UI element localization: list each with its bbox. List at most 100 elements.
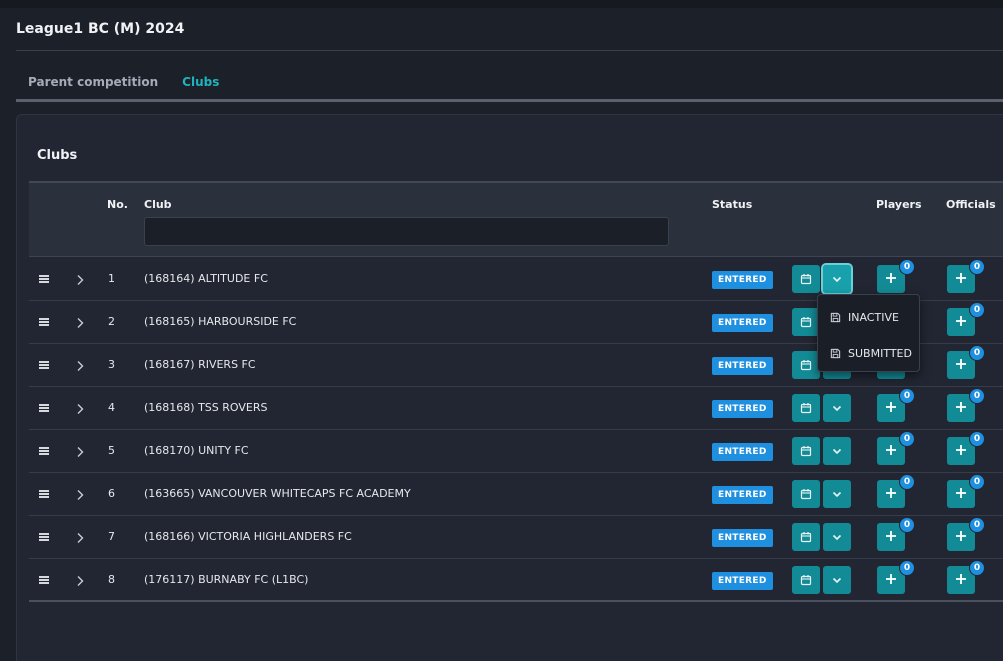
- row-number: 1: [108, 272, 115, 285]
- calendar-icon: [800, 270, 812, 289]
- officials-count-badge: 0: [969, 560, 985, 576]
- club-name: (163665) VANCOUVER WHITECAPS FC ACADEMY: [144, 487, 411, 500]
- header-officials[interactable]: Officials: [946, 198, 996, 211]
- add-player-button[interactable]: 0: [877, 560, 915, 594]
- plus-icon: [954, 485, 968, 504]
- officials-count-badge: 0: [969, 431, 985, 447]
- tab-parent-competition[interactable]: Parent competition: [16, 64, 170, 102]
- add-player-button[interactable]: 0: [877, 517, 915, 551]
- officials-count-badge: 0: [969, 517, 985, 533]
- drag-handle-icon[interactable]: [39, 533, 49, 541]
- plus-icon: [884, 270, 898, 289]
- add-official-button[interactable]: 0: [947, 259, 985, 293]
- header-status[interactable]: Status: [712, 198, 752, 211]
- add-player-button[interactable]: 0: [877, 474, 915, 508]
- add-player-button[interactable]: 0: [877, 259, 915, 293]
- add-official-button[interactable]: 0: [947, 431, 985, 465]
- plus-icon: [884, 571, 898, 590]
- row-number: 3: [108, 358, 115, 371]
- club-name: (168164) ALTITUDE FC: [144, 272, 268, 285]
- officials-count-badge: 0: [969, 474, 985, 490]
- calendar-button[interactable]: [792, 308, 820, 336]
- calendar-icon: [800, 356, 812, 375]
- drag-handle-icon[interactable]: [39, 361, 49, 369]
- menu-item-submitted[interactable]: SUBMITTED: [818, 337, 919, 369]
- drag-handle-icon[interactable]: [39, 318, 49, 326]
- chevron-down-icon: [831, 571, 843, 590]
- status-badge: ENTERED: [712, 486, 773, 504]
- expand-chevron-icon[interactable]: [73, 444, 87, 458]
- chevron-down-icon: [831, 442, 843, 461]
- calendar-icon: [800, 399, 812, 418]
- add-official-button[interactable]: 0: [947, 302, 985, 336]
- calendar-button[interactable]: [792, 394, 820, 422]
- expand-chevron-icon[interactable]: [73, 401, 87, 415]
- status-badge: ENTERED: [712, 400, 773, 418]
- status-dropdown-button[interactable]: [823, 437, 851, 465]
- add-official-button[interactable]: 0: [947, 517, 985, 551]
- tab-clubs[interactable]: Clubs: [170, 64, 232, 102]
- add-official-button[interactable]: 0: [947, 474, 985, 508]
- header-no[interactable]: No.: [107, 198, 128, 211]
- row-number: 6: [108, 487, 115, 500]
- plus-icon: [884, 485, 898, 504]
- add-official-button[interactable]: 0: [947, 345, 985, 379]
- header-club[interactable]: Club: [144, 198, 172, 211]
- calendar-button[interactable]: [792, 265, 820, 293]
- club-name: (168170) UNITY FC: [144, 444, 249, 457]
- officials-count-badge: 0: [969, 388, 985, 404]
- expand-chevron-icon[interactable]: [73, 315, 87, 329]
- status-badge: ENTERED: [712, 271, 773, 289]
- status-dropdown-button[interactable]: [823, 394, 851, 422]
- add-player-button[interactable]: 0: [877, 388, 915, 422]
- status-dropdown-button[interactable]: [823, 523, 851, 551]
- status-dropdown-button[interactable]: [823, 566, 851, 594]
- status-badge: ENTERED: [712, 572, 773, 590]
- drag-handle-icon[interactable]: [39, 447, 49, 455]
- calendar-icon: [800, 442, 812, 461]
- expand-chevron-icon[interactable]: [73, 272, 87, 286]
- calendar-icon: [800, 528, 812, 547]
- table-row: 7 (168166) VICTORIA HIGHLANDERS FC ENTERED…: [29, 516, 1003, 559]
- plus-icon: [884, 399, 898, 418]
- officials-count-badge: 0: [969, 345, 985, 361]
- chevron-down-icon: [831, 528, 843, 547]
- plus-icon: [954, 356, 968, 375]
- save-icon: [830, 348, 841, 358]
- drag-handle-icon[interactable]: [39, 490, 49, 498]
- status-dropdown-button[interactable]: [821, 263, 853, 295]
- status-dropdown-button[interactable]: [823, 480, 851, 508]
- add-player-button[interactable]: 0: [877, 431, 915, 465]
- club-name: (176117) BURNABY FC (L1BC): [144, 573, 309, 586]
- tab-bar: Parent competition Clubs: [16, 64, 232, 102]
- menu-item-inactive[interactable]: INACTIVE: [818, 301, 919, 333]
- drag-handle-icon[interactable]: [39, 275, 49, 283]
- status-badge: ENTERED: [712, 529, 773, 547]
- players-count-badge: 0: [899, 431, 915, 447]
- add-official-button[interactable]: 0: [947, 388, 985, 422]
- calendar-button[interactable]: [792, 566, 820, 594]
- calendar-button[interactable]: [792, 523, 820, 551]
- table-row: 4 (168168) TSS ROVERS ENTERED 0 0: [29, 387, 1003, 430]
- table-row: 6 (163665) VANCOUVER WHITECAPS FC ACADEMY…: [29, 473, 1003, 516]
- calendar-button[interactable]: [792, 480, 820, 508]
- status-badge: ENTERED: [712, 314, 773, 332]
- expand-chevron-icon[interactable]: [73, 487, 87, 501]
- drag-handle-icon[interactable]: [39, 576, 49, 584]
- table-row: 5 (168170) UNITY FC ENTERED 0 0: [29, 430, 1003, 473]
- top-band: [0, 0, 1003, 8]
- expand-chevron-icon[interactable]: [73, 573, 87, 587]
- players-count-badge: 0: [899, 474, 915, 490]
- panel-title: Clubs: [37, 148, 78, 163]
- club-filter-input[interactable]: [144, 217, 669, 246]
- add-official-button[interactable]: 0: [947, 560, 985, 594]
- expand-chevron-icon[interactable]: [73, 358, 87, 372]
- club-name: (168168) TSS ROVERS: [144, 401, 268, 414]
- plus-icon: [884, 528, 898, 547]
- calendar-button[interactable]: [792, 351, 820, 379]
- header-players[interactable]: Players: [876, 198, 922, 211]
- expand-chevron-icon[interactable]: [73, 530, 87, 544]
- plus-icon: [954, 442, 968, 461]
- drag-handle-icon[interactable]: [39, 404, 49, 412]
- calendar-button[interactable]: [792, 437, 820, 465]
